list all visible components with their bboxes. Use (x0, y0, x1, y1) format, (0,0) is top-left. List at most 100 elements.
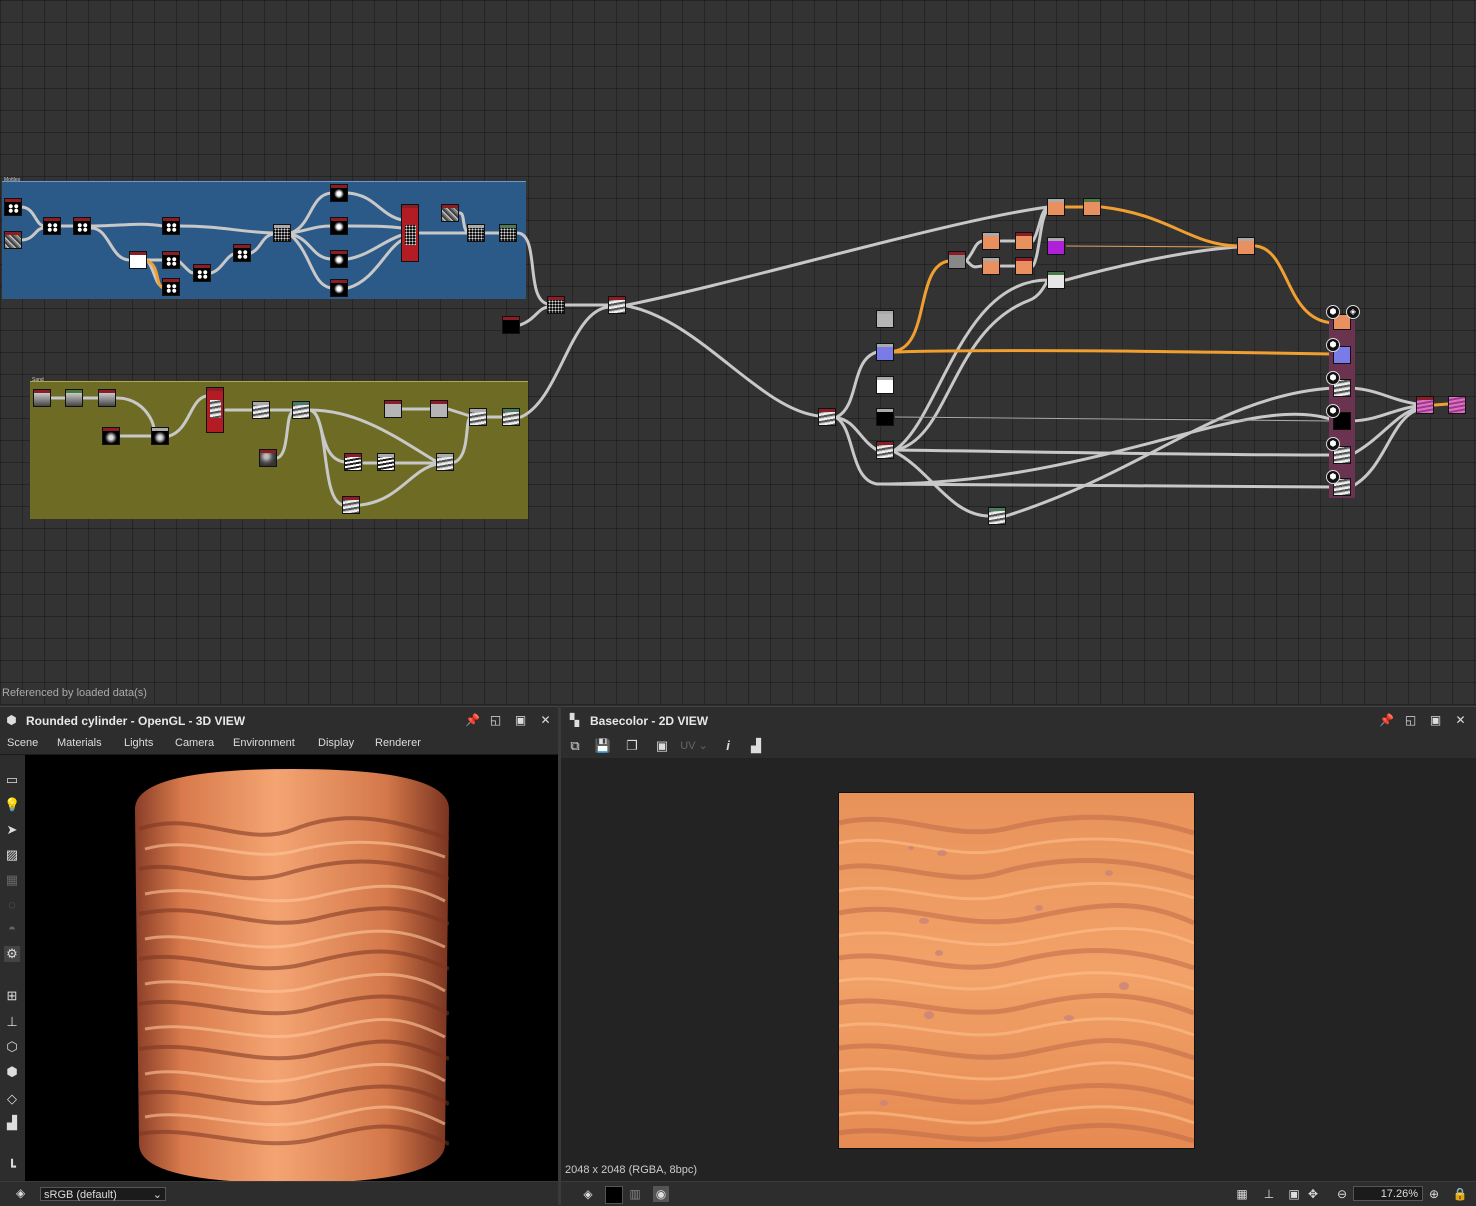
zoom-out-icon[interactable]: ⊖ (1334, 1186, 1350, 1202)
node-pbr-output[interactable] (1448, 396, 1466, 414)
node-tile[interactable] (193, 264, 211, 282)
cube-wire-icon[interactable]: ◈ (1346, 305, 1360, 319)
cube-icon[interactable]: ⬡ (4, 1039, 20, 1055)
copy-icon[interactable]: ❐ (623, 737, 641, 755)
node-tile[interactable] (233, 244, 251, 262)
node-graph[interactable]: Mottles Sand ⬢ ◈ ⬢ ⬢ ⬢ ⬢ ⬢ Referenced by… (0, 0, 1476, 705)
menu-renderer[interactable]: Renderer (375, 737, 421, 749)
cube-icon[interactable]: ⬢ (1326, 470, 1340, 484)
node-color-blend[interactable] (982, 257, 1000, 275)
node-tile[interactable] (43, 217, 61, 235)
node-gradient[interactable] (65, 389, 83, 407)
node-color-blend[interactable] (1047, 198, 1065, 216)
cube-icon[interactable]: ⬢ (1326, 404, 1340, 418)
wireframe-icon[interactable]: ⊞ (4, 988, 20, 1004)
node-uniform-gray[interactable] (876, 310, 894, 328)
grid-background-icon[interactable]: ▥ (627, 1186, 643, 1202)
node-uniform-black[interactable] (876, 408, 894, 426)
node-tile[interactable] (4, 198, 22, 216)
node-pbr-render[interactable] (1416, 396, 1434, 414)
node-normal[interactable] (818, 408, 836, 426)
black-background-icon[interactable] (605, 1186, 623, 1204)
rgb-channels-icon[interactable]: ◉ (653, 1186, 669, 1202)
node-shape[interactable] (330, 217, 348, 235)
info-icon[interactable]: i (719, 737, 737, 755)
maximize-icon[interactable]: ▣ (1429, 714, 1442, 727)
close-icon[interactable]: ✕ (1454, 714, 1467, 727)
camera-icon[interactable]: ▭ (4, 772, 20, 788)
colorspace-select[interactable]: sRGB (default) ⌄ (40, 1187, 166, 1201)
uv-toggle[interactable]: UV ⌄ (679, 737, 709, 755)
node-wave[interactable] (377, 453, 395, 471)
node-height[interactable] (876, 441, 894, 459)
cube-icon[interactable]: ⬢ (1326, 305, 1340, 319)
layers-icon[interactable]: ◈ (580, 1186, 596, 1202)
settings-icon[interactable]: ⚙ (4, 946, 20, 962)
menu-environment[interactable]: Environment (233, 737, 295, 749)
node-tile[interactable] (162, 217, 180, 235)
node-color-blend[interactable] (1237, 237, 1255, 255)
node-tile[interactable] (73, 217, 91, 235)
menu-camera[interactable]: Camera (175, 737, 214, 749)
cube-icon[interactable]: ⬢ (1326, 371, 1340, 385)
menu-materials[interactable]: Materials (57, 737, 102, 749)
hierarchy-icon[interactable]: ┗ (4, 1159, 20, 1175)
axis-icon[interactable]: ⊥ (1261, 1186, 1277, 1202)
node-blend[interactable] (608, 296, 626, 314)
node-color-blend[interactable] (1083, 198, 1101, 216)
grid-icon[interactable]: ▦ (1234, 1186, 1250, 1202)
node-levels[interactable] (430, 400, 448, 418)
grid-icon[interactable]: ▦ (4, 872, 20, 888)
float-icon[interactable]: ◱ (1404, 714, 1417, 727)
axis-icon[interactable]: ⊥ (4, 1014, 20, 1030)
node-noise[interactable] (4, 231, 22, 249)
select-icon[interactable]: ➤ (4, 822, 20, 838)
environment-icon[interactable]: ▨ (4, 847, 20, 863)
node-tile[interactable] (162, 251, 180, 269)
node-gradient-map[interactable] (948, 251, 966, 269)
node-noise[interactable] (259, 449, 277, 467)
node-uniform-color[interactable] (502, 316, 520, 334)
fit-icon[interactable]: ▣ (1286, 1186, 1302, 1202)
save-icon[interactable]: 💾 (594, 737, 612, 755)
layers-icon[interactable]: ◇ (4, 1091, 20, 1107)
node-color-blend[interactable] (982, 232, 1000, 250)
node-wave[interactable] (344, 453, 362, 471)
node-uniform-white[interactable] (876, 376, 894, 394)
node-scatter[interactable] (273, 224, 291, 242)
node-ao[interactable] (988, 507, 1006, 525)
lock-icon[interactable]: 🔒 (1452, 1186, 1468, 1202)
node-shape[interactable] (330, 250, 348, 268)
node-normal-map[interactable] (876, 343, 894, 361)
node-scatter[interactable] (499, 224, 517, 242)
node-blend[interactable] (436, 453, 454, 471)
menu-scene[interactable]: Scene (7, 737, 38, 749)
node-levels[interactable] (384, 400, 402, 418)
node-uniform-white[interactable] (1047, 271, 1065, 289)
pin-icon[interactable]: 📌 (465, 714, 480, 727)
cube-icon[interactable]: ⬢ (1326, 338, 1340, 352)
cube-wire-icon[interactable]: ⬢ (4, 1064, 20, 1080)
zoom-field[interactable]: 17.26% (1353, 1186, 1423, 1201)
node-shape[interactable] (330, 184, 348, 202)
histogram-icon[interactable]: ▟ (4, 1115, 20, 1131)
node-blend-multi[interactable] (401, 204, 419, 262)
node-warp[interactable] (502, 408, 520, 426)
node-blend[interactable] (129, 251, 147, 269)
export-icon[interactable]: ⧉ (566, 737, 584, 755)
pin-icon[interactable]: 📌 (1379, 714, 1394, 727)
shadow-icon[interactable]: ◌ (4, 897, 20, 913)
light-icon[interactable]: 💡 (4, 797, 20, 813)
node-scatter[interactable] (467, 224, 485, 242)
sphere-icon[interactable]: ◓ (4, 921, 20, 937)
node-shape[interactable] (151, 427, 169, 445)
image-icon[interactable]: ▣ (653, 737, 671, 755)
node-warp[interactable] (292, 401, 310, 419)
node-blend-multi[interactable] (206, 387, 224, 433)
move-icon[interactable]: ✥ (1305, 1186, 1321, 1202)
node-gradient[interactable] (33, 389, 51, 407)
node-gradient[interactable] (98, 389, 116, 407)
node-color-blend[interactable] (1015, 232, 1033, 250)
node-shape[interactable] (330, 279, 348, 297)
close-icon[interactable]: ✕ (539, 714, 552, 727)
